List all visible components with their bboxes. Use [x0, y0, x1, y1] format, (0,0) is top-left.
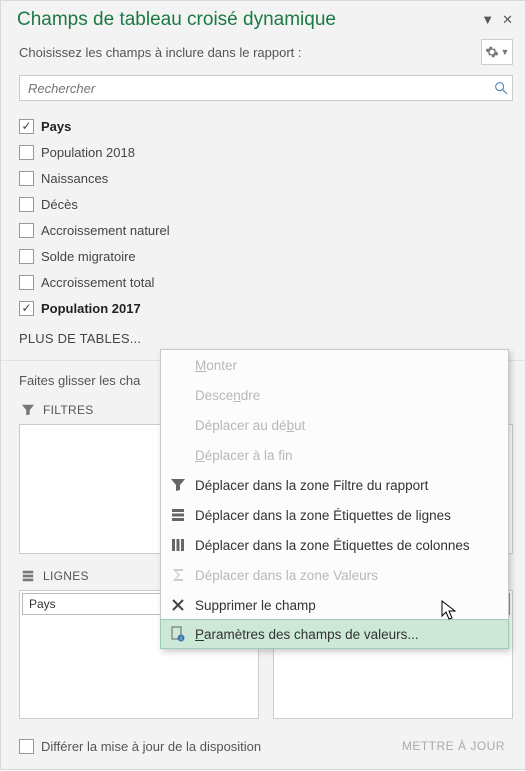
field-item-pays[interactable]: Pays	[19, 113, 513, 139]
search-icon[interactable]	[490, 80, 512, 96]
ctx-move-filter[interactable]: Déplacer dans la zone Filtre du rapport	[161, 470, 508, 500]
field-item-solde-migratoire[interactable]: Solde migratoire	[19, 243, 513, 269]
gear-icon	[485, 45, 499, 59]
checkbox-icon[interactable]	[19, 145, 34, 160]
defer-checkbox[interactable]	[19, 739, 34, 754]
field-item-deces[interactable]: Décès	[19, 191, 513, 217]
update-button[interactable]: METTRE À JOUR	[394, 735, 513, 757]
field-item-population-2018[interactable]: Population 2018	[19, 139, 513, 165]
ctx-move-begin: Déplacer au début	[161, 410, 508, 440]
ctx-move-values: Déplacer dans la zone Valeurs	[161, 560, 508, 590]
properties-icon: i	[170, 626, 186, 642]
caret-down-icon: ▼	[501, 47, 510, 57]
ctx-remove-field[interactable]: Supprimer le champ	[161, 590, 508, 620]
dropdown-icon[interactable]: ▼	[481, 12, 494, 28]
pane-controls: ▼ ✕	[481, 12, 513, 28]
rows-icon	[21, 569, 35, 583]
checkbox-icon[interactable]	[19, 275, 34, 290]
x-icon	[170, 597, 186, 613]
checkbox-icon[interactable]	[19, 249, 34, 264]
context-menu: Monter Descendre Déplacer au début Dépla…	[160, 349, 509, 649]
ctx-value-field-settings[interactable]: iParamètres des champs de valeurs...	[160, 619, 509, 649]
svg-text:i: i	[180, 636, 181, 642]
checkbox-icon[interactable]	[19, 301, 34, 316]
ctx-move-col-labels[interactable]: Déplacer dans la zone Étiquettes de colo…	[161, 530, 508, 560]
checkbox-icon[interactable]	[19, 171, 34, 186]
search-box	[19, 75, 513, 101]
funnel-icon	[170, 477, 186, 493]
ctx-move-down: Descendre	[161, 380, 508, 410]
funnel-icon	[21, 403, 35, 417]
checkbox-icon[interactable]	[19, 119, 34, 134]
ctx-move-end: Déplacer à la fin	[161, 440, 508, 470]
ctx-move-row-labels[interactable]: Déplacer dans la zone Étiquettes de lign…	[161, 500, 508, 530]
checkbox-icon[interactable]	[19, 197, 34, 212]
footer: Différer la mise à jour de la dispositio…	[1, 727, 525, 769]
close-icon[interactable]: ✕	[502, 12, 513, 28]
checkbox-icon[interactable]	[19, 223, 34, 238]
sigma-icon	[170, 567, 186, 583]
field-item-accroissement-naturel[interactable]: Accroissement naturel	[19, 217, 513, 243]
header: Champs de tableau croisé dynamique ▼ ✕	[1, 1, 525, 31]
pane-title: Champs de tableau croisé dynamique	[17, 9, 481, 31]
field-item-population-2017[interactable]: Population 2017	[19, 295, 513, 321]
subtitle-text: Choisissez les champs à inclure dans le …	[19, 45, 481, 60]
subtitle-row: Choisissez les champs à inclure dans le …	[1, 31, 525, 71]
field-list: Pays Population 2018 Naissances Décès Ac…	[1, 107, 525, 321]
columns-icon	[170, 537, 186, 553]
defer-label: Différer la mise à jour de la dispositio…	[41, 739, 394, 754]
search-input[interactable]	[20, 81, 490, 96]
search-row	[1, 71, 525, 107]
ctx-move-up: Monter	[161, 350, 508, 380]
field-item-accroissement-total[interactable]: Accroissement total	[19, 269, 513, 295]
rows-icon	[170, 507, 186, 523]
field-item-naissances[interactable]: Naissances	[19, 165, 513, 191]
settings-button[interactable]: ▼	[481, 39, 513, 65]
